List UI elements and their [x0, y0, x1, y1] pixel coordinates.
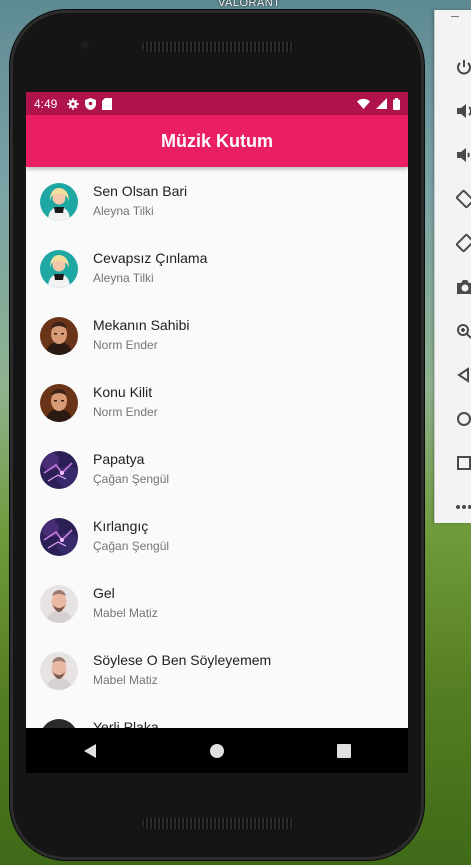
song-avatar [40, 183, 78, 221]
wifi-icon [357, 98, 370, 109]
song-avatar [40, 384, 78, 422]
song-list-item[interactable]: Papatya Çağan Şengül [26, 435, 408, 502]
song-artist: Aleyna Tilki [93, 271, 154, 285]
song-avatar [40, 652, 78, 690]
song-artist: Aleyna Tilki [93, 204, 154, 218]
song-list-item[interactable]: Kırlangıç Çağan Şengül [26, 502, 408, 569]
song-title: Mekanın Sahibi [93, 317, 190, 333]
song-artist: Mabel Matiz [93, 606, 158, 620]
song-title: Gel [93, 585, 115, 601]
song-artist: Mabel Matiz [93, 673, 158, 687]
song-avatar [40, 585, 78, 623]
song-list-item[interactable]: Gel Mabel Matiz [26, 569, 408, 636]
song-avatar [40, 250, 78, 288]
song-list-item[interactable]: Sen Olsan Bari Aleyna Tilki [26, 167, 408, 234]
volume-up-icon[interactable] [455, 100, 471, 122]
song-title: Konu Kilit [93, 384, 153, 400]
song-list-item[interactable]: Söylese O Ben Söyleyemem Mabel Matiz [26, 636, 408, 703]
bottom-speaker [142, 818, 294, 829]
battery-icon [393, 97, 400, 110]
sd-card-icon [102, 97, 113, 110]
signal-icon [376, 98, 387, 109]
navigation-bar [26, 728, 408, 773]
song-artist: Norm Ender [93, 405, 158, 419]
song-avatar [40, 317, 78, 355]
back-icon[interactable] [455, 364, 471, 386]
shield-icon [85, 97, 97, 110]
recents-icon[interactable] [324, 731, 364, 771]
phone-frame: 4:49 Müzik Kutum Sen Olsan Bari Aleyna T… [10, 10, 424, 860]
song-avatar [40, 451, 78, 489]
song-artist: Norm Ender [93, 338, 158, 352]
app-bar: Müzik Kutum [26, 115, 408, 167]
app-title: Müzik Kutum [161, 130, 273, 151]
power-icon[interactable] [455, 56, 471, 78]
song-title: Papatya [93, 451, 145, 467]
back-icon[interactable] [70, 731, 110, 771]
minimize-icon[interactable] [451, 16, 459, 17]
song-title: Cevapsız Çınlama [93, 250, 208, 266]
song-list-item[interactable]: Konu Kilit Norm Ender [26, 368, 408, 435]
front-camera [80, 40, 90, 50]
song-artist: Çağan Şengül [93, 539, 170, 553]
rotate-right-icon[interactable] [455, 232, 471, 254]
top-speaker [142, 41, 294, 52]
song-artist: Çağan Şengül [93, 472, 170, 486]
status-bar: 4:49 [26, 92, 408, 115]
rotate-left-icon[interactable] [455, 188, 471, 210]
settings-icon [67, 97, 80, 110]
overview-icon[interactable] [455, 452, 471, 474]
zoom-icon[interactable] [455, 320, 471, 342]
song-title: Söylese O Ben Söyleyemem [93, 652, 272, 668]
home-icon[interactable] [455, 408, 471, 430]
home-icon[interactable] [197, 731, 237, 771]
desktop-label: VALORANT [218, 0, 281, 9]
song-list-item[interactable]: Cevapsız Çınlama Aleyna Tilki [26, 234, 408, 301]
song-title: Kırlangıç [93, 518, 149, 534]
device-screen: 4:49 Müzik Kutum Sen Olsan Bari Aleyna T… [26, 92, 408, 773]
song-list-item[interactable]: Mekanın Sahibi Norm Ender [26, 301, 408, 368]
song-avatar [40, 518, 78, 556]
emulator-toolbar [434, 10, 471, 523]
song-list: Sen Olsan Bari Aleyna Tilki Cevapsız Çınla… [26, 167, 408, 770]
camera-icon[interactable] [455, 276, 471, 298]
status-time: 4:49 [34, 96, 58, 111]
song-title: Sen Olsan Bari [93, 183, 188, 199]
more-icon[interactable] [455, 496, 471, 518]
volume-down-icon[interactable] [455, 144, 471, 166]
